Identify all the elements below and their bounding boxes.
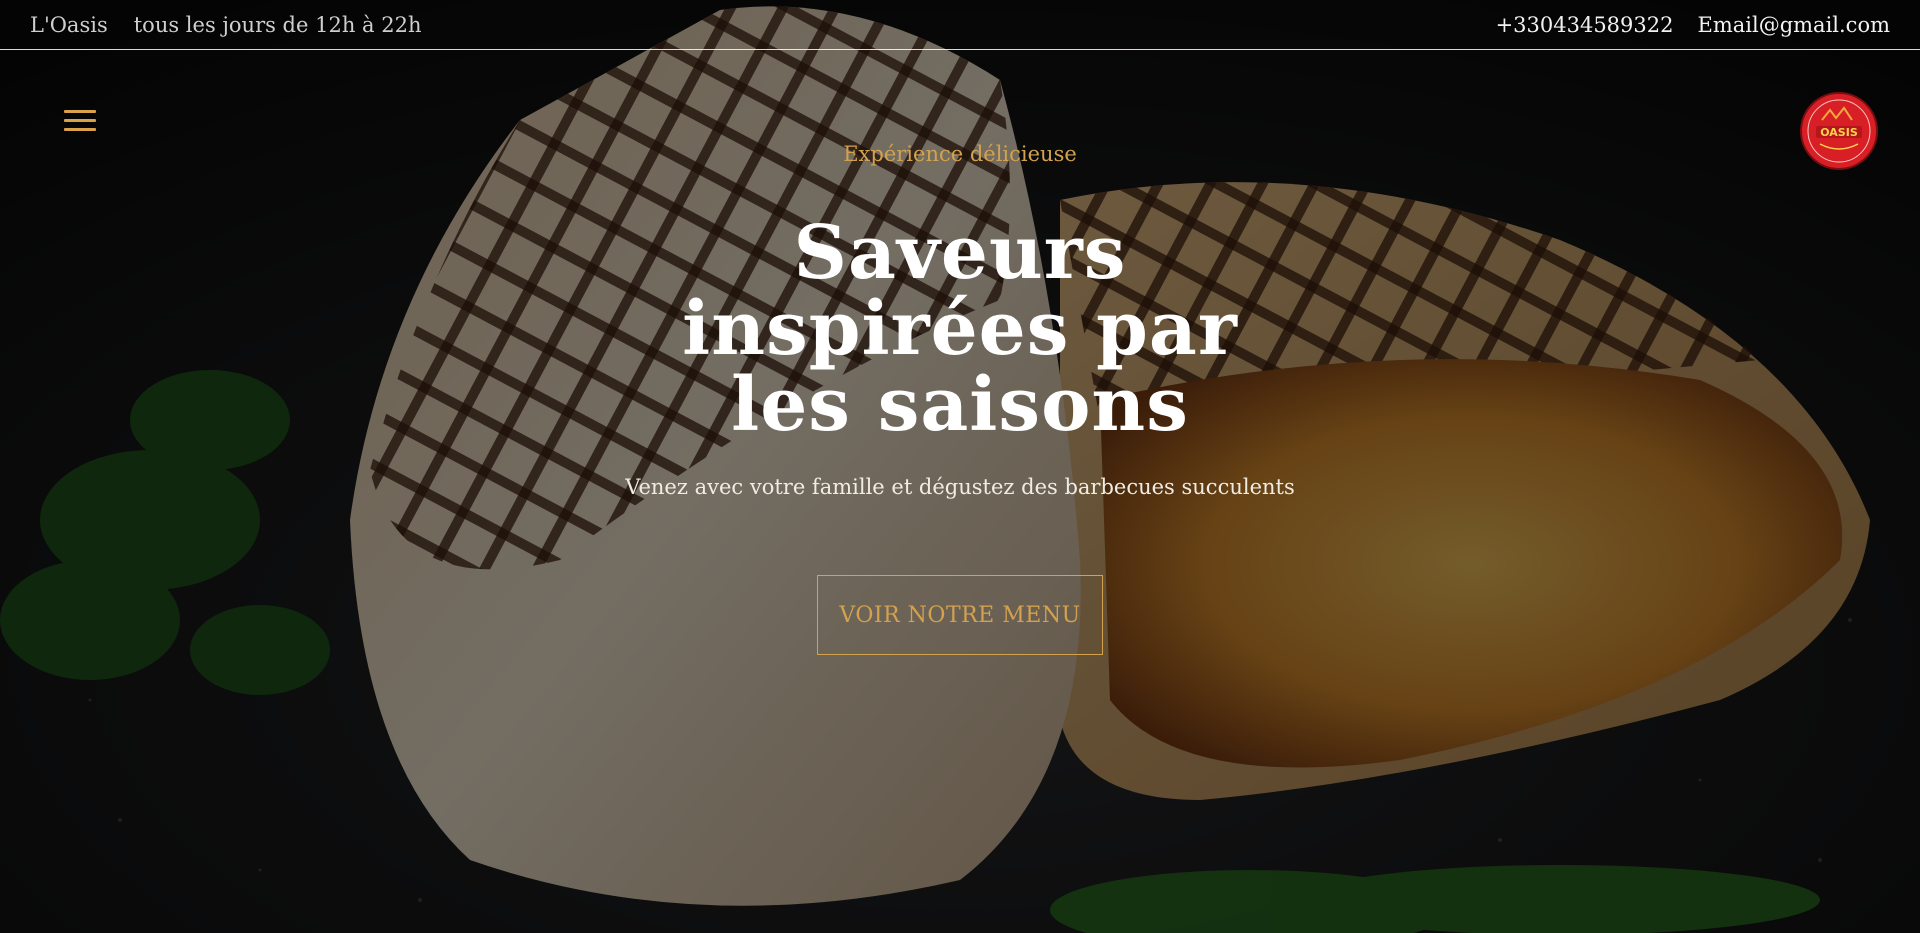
hero-title-line: Saveurs xyxy=(793,210,1127,296)
logo-emblem-icon: OASIS xyxy=(1800,92,1878,170)
brand-name[interactable]: L'Oasis xyxy=(30,13,108,37)
top-bar-right: +330434589322 Email@gmail.com xyxy=(1472,13,1890,37)
svg-text:OASIS: OASIS xyxy=(1820,126,1858,139)
opening-hours: tous les jours de 12h à 22h xyxy=(133,12,422,37)
phone-link[interactable]: +330434589322 xyxy=(1496,13,1674,37)
view-menu-button[interactable]: VOIR NOTRE MENU xyxy=(817,575,1103,655)
hero-title-line: les saisons xyxy=(731,362,1189,448)
hero-eyebrow: Expérience délicieuse xyxy=(843,142,1077,166)
top-info-bar: L'Oasis tous les jours de 12h à 22h +330… xyxy=(0,0,1920,50)
hero-section: L'Oasis tous les jours de 12h à 22h +330… xyxy=(0,0,1920,933)
dark-overlay xyxy=(0,0,1920,933)
hamburger-line xyxy=(64,110,96,113)
hamburger-line xyxy=(64,119,96,122)
logo[interactable]: OASIS xyxy=(1800,92,1878,170)
email-link[interactable]: Email@gmail.com xyxy=(1698,13,1891,37)
hamburger-menu-icon[interactable] xyxy=(64,110,96,134)
hamburger-line xyxy=(64,128,96,131)
hero-subtitle: Venez avec votre famille et dégustez des… xyxy=(625,475,1295,499)
top-bar-left: L'Oasis tous les jours de 12h à 22h xyxy=(30,13,447,37)
hero-title-line: inspirées par xyxy=(682,286,1238,372)
hero-title: Saveurs inspirées par les saisons xyxy=(560,215,1360,443)
